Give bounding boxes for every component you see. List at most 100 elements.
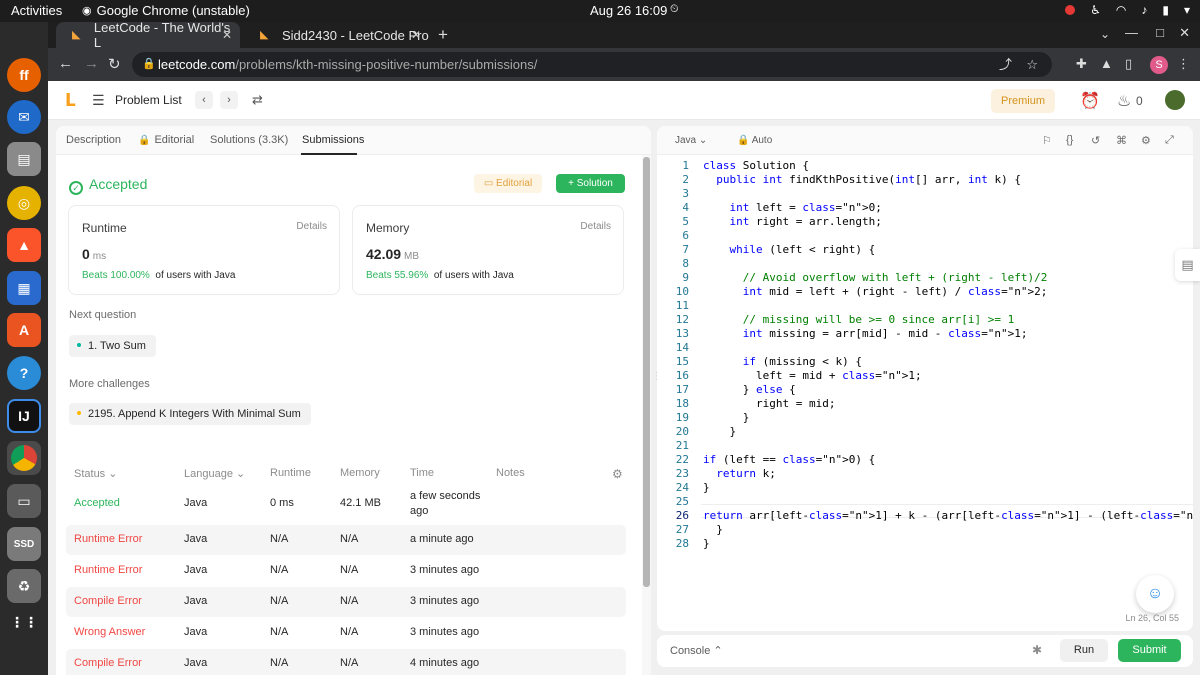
close-tab-icon[interactable]: ✕ <box>411 28 421 42</box>
lock-icon[interactable]: 🔒 <box>142 52 156 77</box>
browser-tab-leetcode[interactable]: ◣ LeetCode - The World's L ✕ <box>56 20 240 50</box>
row-status[interactable]: Compile Error <box>74 657 142 669</box>
fullscreen-icon[interactable]: ⤢ <box>1165 134 1174 147</box>
settings-icon[interactable]: ⚙ <box>1141 134 1151 147</box>
code-line[interactable]: 1 class Solution { <box>657 159 1193 173</box>
code-line[interactable]: 12 // missing will be >= 0 since arr[i] … <box>657 313 1193 327</box>
code-line[interactable]: 2 public int findKthPositive(int[] arr, … <box>657 173 1193 187</box>
debug-icon[interactable]: ✱ <box>1032 643 1042 657</box>
code-text[interactable]: class Solution { <box>703 159 809 173</box>
code-line[interactable]: 8 <box>657 257 1193 271</box>
code-text[interactable]: } <box>703 481 710 495</box>
row-status[interactable]: Runtime Error <box>74 533 142 545</box>
tab-submissions[interactable]: Submissions <box>302 134 364 146</box>
code-line[interactable]: 13 int missing = arr[mid] - mid - class=… <box>657 327 1193 341</box>
row-status[interactable]: Compile Error <box>74 595 142 607</box>
leetcode-logo-icon[interactable]: ᒪ <box>65 91 76 111</box>
premium-button[interactable]: Premium <box>991 89 1055 113</box>
tab-solutions[interactable]: Solutions (3.3K) <box>210 134 288 146</box>
problem-list-link[interactable]: Problem List <box>115 93 182 107</box>
code-text[interactable]: // Avoid overflow with left + (right - l… <box>703 271 1048 285</box>
activities-button[interactable]: Activities <box>11 3 62 18</box>
code-line[interactable]: 25 <box>657 495 1193 509</box>
shortcuts-icon[interactable]: ⌘ <box>1116 134 1127 147</box>
editorial-button[interactable]: ▭ Editorial <box>474 174 542 193</box>
code-text[interactable]: int left = class="n">0; <box>703 201 882 215</box>
forward-icon[interactable]: → <box>84 55 99 72</box>
system-tray[interactable]: ♿ ◠ ♪ ▮ ▾ <box>1065 3 1190 17</box>
code-text[interactable]: if (left == class="n">0) { <box>703 453 875 467</box>
scrollbar-thumb[interactable] <box>643 157 650 587</box>
next-question-item[interactable]: 1. Two Sum <box>69 335 156 357</box>
run-button[interactable]: Run <box>1060 639 1108 662</box>
code-line[interactable]: 24} <box>657 481 1193 495</box>
code-line[interactable]: 26 return arr[left-class="n">1] + k - (ar… <box>657 509 1193 523</box>
table-row[interactable]: Accepted Java 0 ms 42.1 MB a few seconds… <box>66 485 626 522</box>
close-window-icon[interactable]: ✕ <box>1179 25 1190 41</box>
code-line[interactable]: 15 if (missing < k) { <box>657 355 1193 369</box>
code-text[interactable]: // missing will be >= 0 since arr[i] >= … <box>703 313 1015 327</box>
code-text[interactable]: } <box>703 425 736 439</box>
code-text[interactable]: } else { <box>703 383 796 397</box>
code-text[interactable]: return k; <box>703 467 776 481</box>
problem-list-icon[interactable]: ☰ <box>92 92 105 109</box>
minimize-icon[interactable]: — <box>1125 25 1138 40</box>
firefox-icon[interactable]: ff <box>7 58 41 92</box>
code-text[interactable]: int right = arr.length; <box>703 215 882 229</box>
bookmark-icon[interactable]: ⚐ <box>1042 134 1052 147</box>
code-line[interactable]: 7 while (left < right) { <box>657 243 1193 257</box>
code-text[interactable]: int missing = arr[mid] - mid - class="n"… <box>703 327 1028 341</box>
code-line[interactable]: 10 int mid = left + (right - left) / cla… <box>657 285 1193 299</box>
chrome-dev-icon[interactable] <box>7 441 41 475</box>
code-line[interactable]: 28} <box>657 537 1193 551</box>
timer-icon[interactable]: ⏰ <box>1080 91 1100 111</box>
table-row[interactable]: Compile Error Java N/A N/A 4 minutes ago <box>66 649 626 675</box>
next-problem-button[interactable]: › <box>220 91 238 109</box>
code-line[interactable]: 11 <box>657 299 1193 313</box>
code-text[interactable]: while (left < right) { <box>703 243 876 257</box>
code-line[interactable]: 17 } else { <box>657 383 1193 397</box>
recording-icon[interactable] <box>1065 5 1076 15</box>
help-icon[interactable]: ? <box>7 356 41 390</box>
table-row[interactable]: Compile Error Java N/A N/A 3 minutes ago <box>66 587 626 617</box>
memory-card[interactable]: Memory Details 42.09 MB Beats 55.96% of u… <box>352 205 624 295</box>
code-line[interactable]: 6 <box>657 229 1193 243</box>
code-line[interactable]: 18 right = mid; <box>657 397 1193 411</box>
intellij-icon[interactable]: IJ <box>7 399 41 433</box>
header-language[interactable]: Language ⌄ <box>184 467 245 480</box>
clock[interactable]: Aug 26 16:09 <box>590 3 667 18</box>
code-line[interactable]: 20 } <box>657 425 1193 439</box>
challenge-item[interactable]: 2195. Append K Integers With Minimal Sum <box>69 403 311 425</box>
brave-icon[interactable]: ▲ <box>7 228 41 262</box>
row-status[interactable]: Wrong Answer <box>74 626 145 638</box>
format-braces-icon[interactable]: {} <box>1066 134 1073 146</box>
code-text[interactable]: if (missing < k) { <box>703 355 862 369</box>
show-apps-icon[interactable]: ⋮⋮ <box>7 605 41 639</box>
rhythmbox-icon[interactable]: ◎ <box>7 186 41 220</box>
profile-avatar[interactable]: S <box>1150 56 1168 74</box>
code-text[interactable]: left = mid + class="n">1; <box>703 369 922 383</box>
code-line[interactable]: 5 int right = arr.length; <box>657 215 1193 229</box>
close-tab-icon[interactable]: ✕ <box>222 28 232 42</box>
code-line[interactable]: 9 // Avoid overflow with left + (right -… <box>657 271 1193 285</box>
extensions-icon[interactable]: ✚ <box>1076 56 1087 72</box>
shuffle-icon[interactable]: ⇄ <box>252 92 263 108</box>
chat-icon[interactable]: ☺ <box>1136 575 1174 613</box>
share-icon[interactable]: ⤴ <box>999 52 1012 77</box>
code-line[interactable]: 14 <box>657 341 1193 355</box>
tab-editorial[interactable]: 🔒 Editorial <box>138 134 194 146</box>
accessibility-icon[interactable]: ♿ <box>1090 3 1101 17</box>
ssd-drive-icon[interactable]: SSD <box>7 527 41 561</box>
console-toggle[interactable]: Console ⌃ <box>670 644 723 657</box>
new-tab-icon[interactable]: + <box>438 25 448 45</box>
tab-description[interactable]: Description <box>66 134 121 146</box>
bookmark-star-icon[interactable]: ☆ <box>1026 52 1038 77</box>
code-text[interactable]: right = mid; <box>703 397 835 411</box>
back-icon[interactable]: ← <box>58 55 73 72</box>
code-line[interactable]: 27 } <box>657 523 1193 537</box>
side-panel-icon[interactable]: ▯ <box>1125 56 1132 72</box>
extension-icon[interactable]: ▲ <box>1100 56 1113 71</box>
code-text[interactable]: } <box>703 523 723 537</box>
battery-icon[interactable]: ▮ <box>1162 3 1169 17</box>
thunderbird-icon[interactable]: ✉ <box>7 100 41 134</box>
